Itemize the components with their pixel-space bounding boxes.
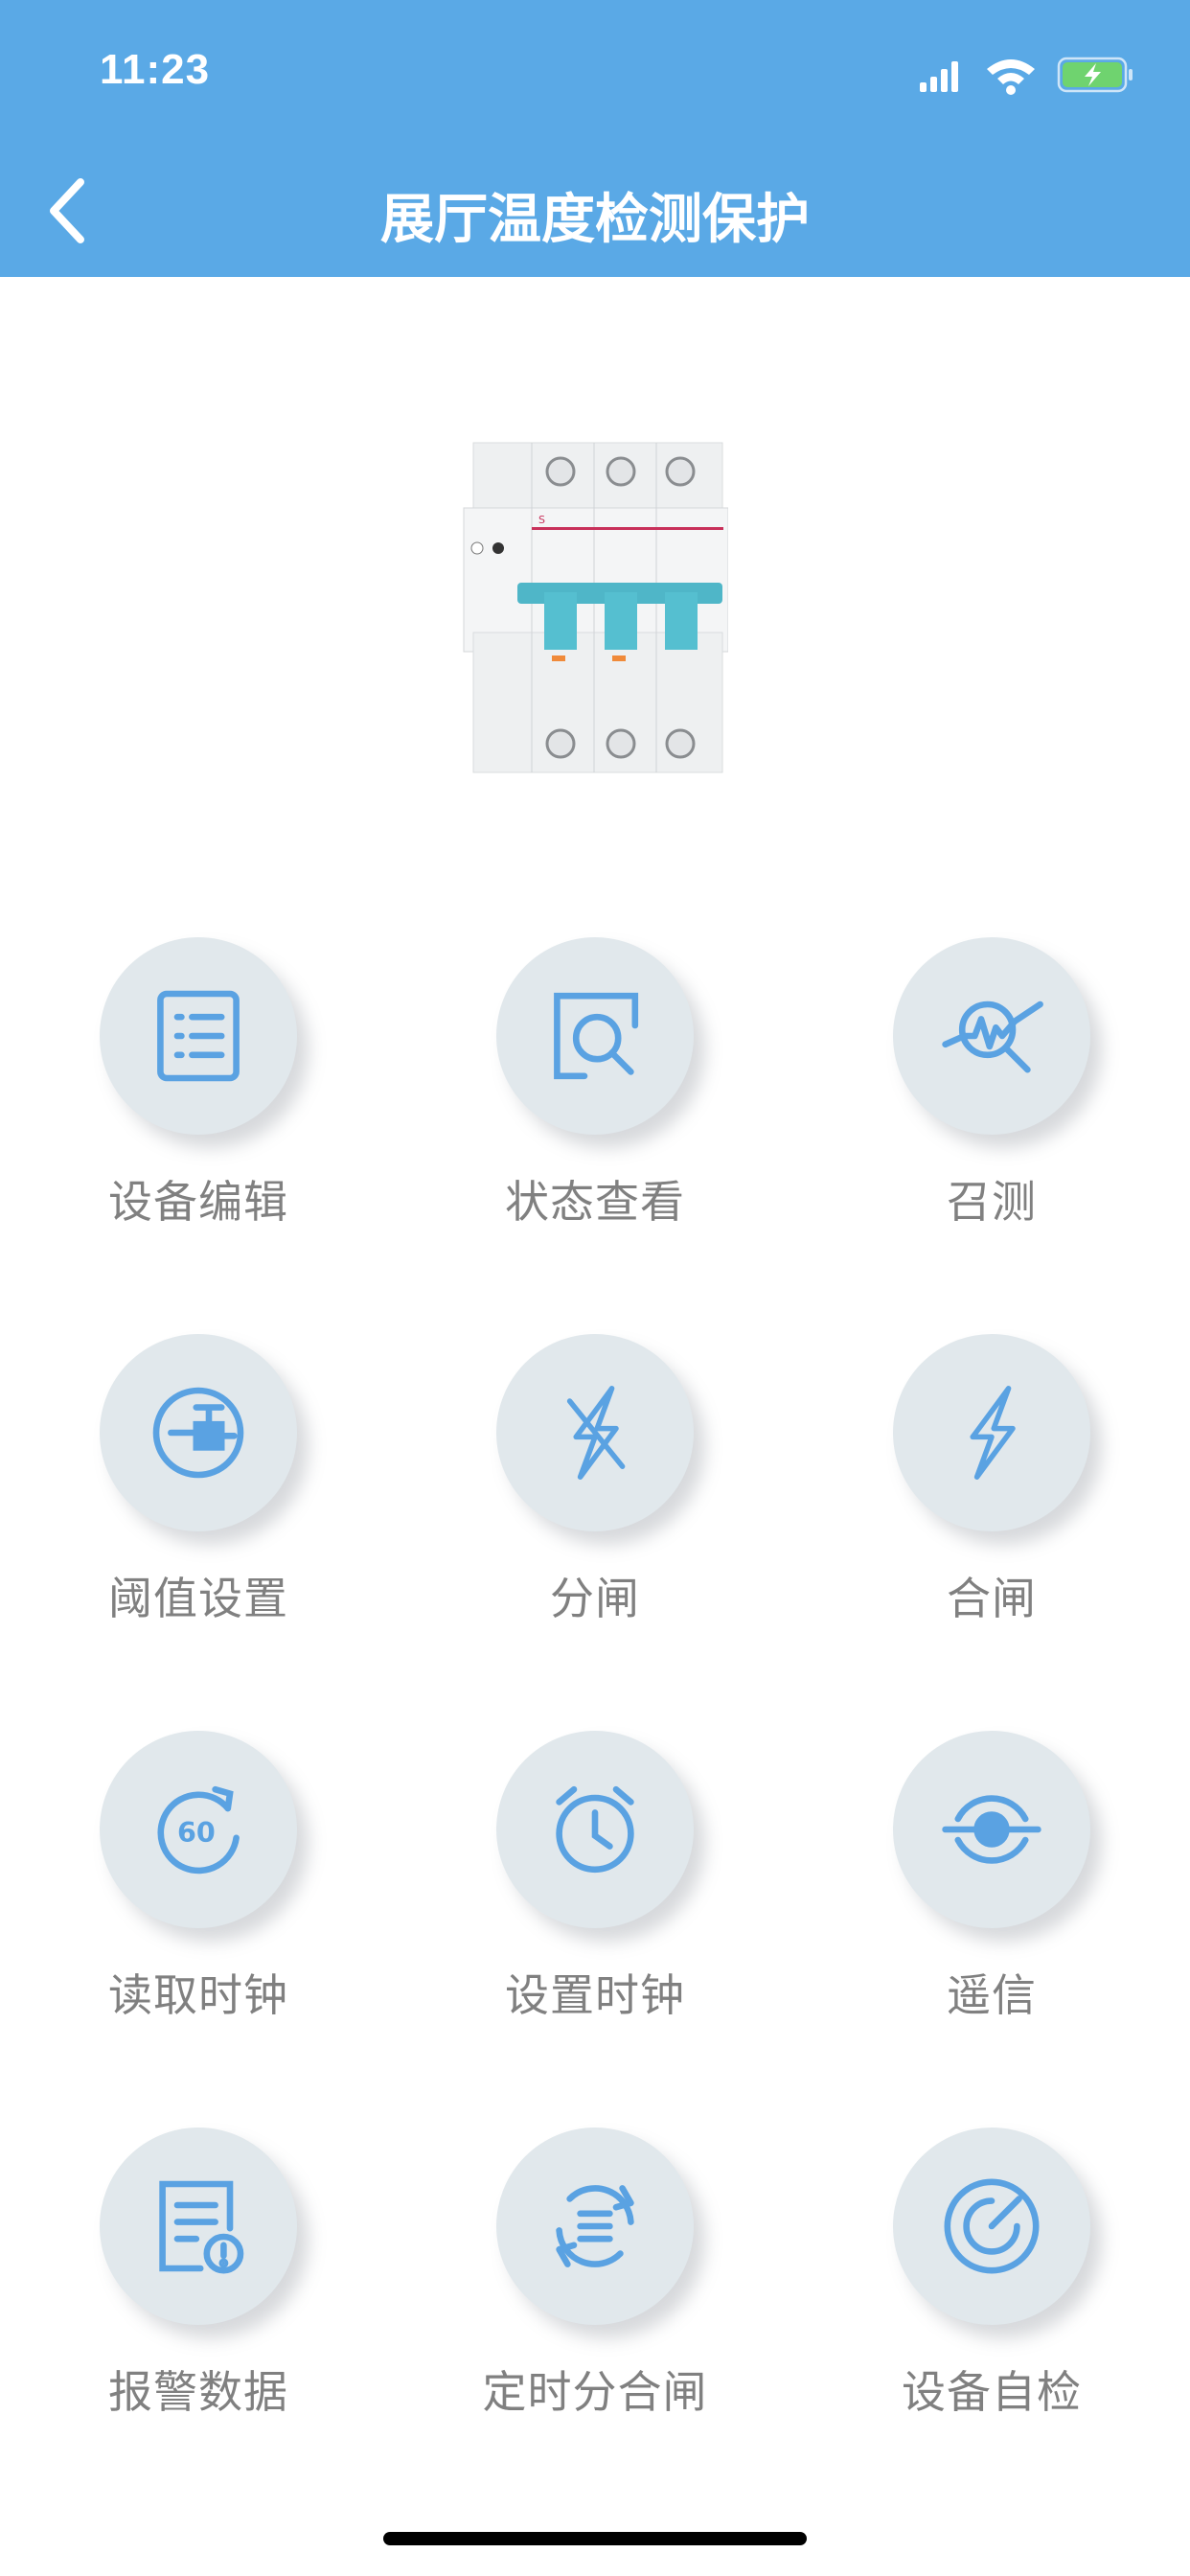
list-icon (157, 990, 240, 1082)
svg-text:60: 60 (177, 1816, 216, 1849)
function-label: 设置时钟 (505, 1969, 685, 2021)
function-label: 设备编辑 (108, 1176, 288, 1228)
battery-icon (1057, 57, 1133, 93)
function-label: 报警数据 (108, 2366, 288, 2418)
function-read-clock[interactable]: 60 读取时钟 (45, 1731, 352, 2057)
pulse-search-icon (942, 1000, 1043, 1073)
function-threshold-setting[interactable]: 阈值设置 (45, 1334, 352, 1660)
lightning-off-icon (566, 1386, 626, 1480)
status-time: 11:23 (100, 46, 211, 93)
function-label: 合闸 (947, 1573, 1037, 1624)
function-label: 召测 (947, 1176, 1037, 1228)
timer-60-icon: 60 (157, 1785, 240, 1874)
function-label: 状态查看 (505, 1176, 685, 1228)
function-label: 分闸 (550, 1573, 640, 1624)
function-label: 读取时钟 (108, 1969, 288, 2021)
function-close-switch[interactable]: 合闸 (838, 1334, 1145, 1660)
alert-document-icon (159, 2180, 244, 2274)
function-alarm-data[interactable]: 报警数据 (45, 2128, 352, 2453)
magnifier-icon (554, 992, 639, 1080)
valve-icon (152, 1387, 244, 1479)
function-label: 设备自检 (902, 2366, 1082, 2418)
function-remote-signal[interactable]: 遥信 (838, 1731, 1145, 2057)
function-timed-switch[interactable]: 定时分合闸 (442, 2128, 748, 2453)
page-title: 展厅温度检测保护 (380, 189, 810, 251)
home-indicator[interactable] (383, 2532, 807, 2545)
alarm-clock-icon (556, 1785, 634, 1874)
function-self-test[interactable]: 设备自检 (838, 2128, 1145, 2453)
function-open-switch[interactable]: 分闸 (442, 1334, 748, 1660)
function-set-clock[interactable]: 设置时钟 (442, 1731, 748, 2057)
svg-text:S: S (538, 514, 545, 526)
signal-icon (920, 61, 958, 92)
function-device-edit[interactable]: 设备编辑 (45, 937, 352, 1263)
function-label: 阈值设置 (108, 1573, 288, 1624)
circuit-breaker-image: S (463, 442, 728, 773)
wifi-icon (987, 59, 1035, 95)
cycle-list-icon (556, 2185, 634, 2267)
function-label: 遥信 (947, 1969, 1037, 2021)
app-header: 11:23 展厅温度检测保护 (0, 0, 1190, 277)
function-poll[interactable]: 召测 (838, 937, 1145, 1263)
status-icons (920, 57, 1133, 95)
gauge-icon (944, 2178, 1040, 2274)
lightning-icon (970, 1386, 1016, 1480)
function-status-view[interactable]: 状态查看 (442, 937, 748, 1263)
function-label: 定时分合闸 (482, 2366, 708, 2418)
eye-signal-icon (942, 1795, 1041, 1864)
